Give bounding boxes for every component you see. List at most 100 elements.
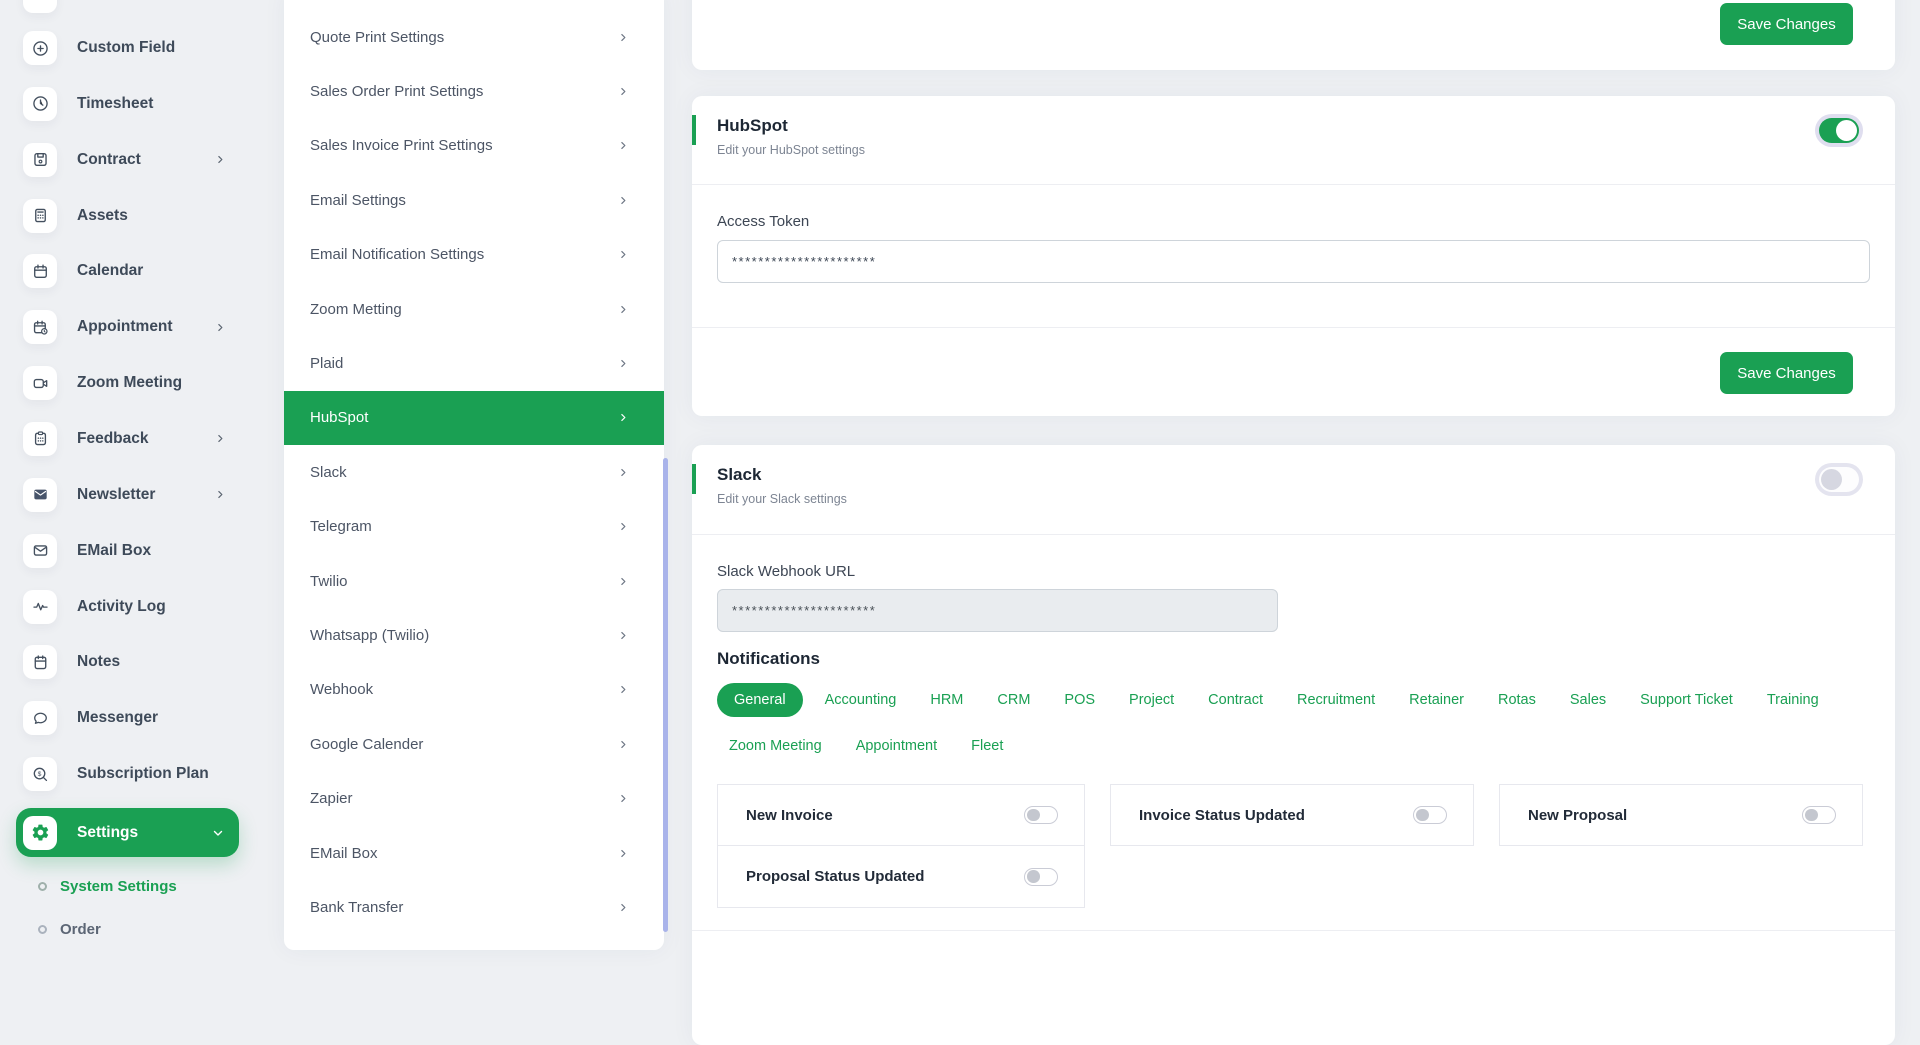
chevron-right-icon xyxy=(617,357,630,370)
tab-support-ticket[interactable]: Support Ticket xyxy=(1628,683,1745,717)
sidebar-item-label: Appointment xyxy=(77,318,173,336)
tab-recruitment[interactable]: Recruitment xyxy=(1285,683,1387,717)
video-camera-icon xyxy=(23,366,57,400)
option-label: New Proposal xyxy=(1528,807,1627,824)
menu-item-label: Sales Order Print Settings xyxy=(310,83,617,100)
card-title: HubSpot xyxy=(717,116,788,136)
tab-rotas[interactable]: Rotas xyxy=(1486,683,1548,717)
tab-pos[interactable]: POS xyxy=(1052,683,1107,717)
sidebar-item-label: Custom Field xyxy=(77,39,175,57)
sidebar-item-feedback[interactable]: Feedback xyxy=(23,422,227,456)
tab-training[interactable]: Training xyxy=(1755,683,1831,717)
sidebar-item-email-box[interactable]: EMail Box xyxy=(23,534,227,568)
sidebar-item-settings[interactable]: Settings xyxy=(16,808,239,857)
menu-item-google-calender[interactable]: Google Calender xyxy=(284,717,664,771)
sidebar-item-subscription-plan[interactable]: $Subscription Plan xyxy=(23,757,227,791)
menu-item-label: Bank Transfer xyxy=(310,899,617,916)
envelope-filled-icon xyxy=(23,478,57,512)
slack-webhook-input[interactable] xyxy=(717,589,1278,632)
chevron-right-icon xyxy=(617,411,630,424)
save-button[interactable]: Save Changes xyxy=(1720,3,1853,45)
divider xyxy=(692,930,1895,931)
tab-zoom-meeting[interactable]: Zoom Meeting xyxy=(717,729,834,763)
sidebar-item-appointment[interactable]: Appointment xyxy=(23,310,227,344)
option-toggle[interactable] xyxy=(1802,806,1836,824)
menu-item-telegram[interactable]: Telegram xyxy=(284,500,664,554)
menu-item-label: HubSpot xyxy=(310,409,617,426)
save-button[interactable]: Save Changes xyxy=(1720,352,1853,394)
option-toggle[interactable] xyxy=(1413,806,1447,824)
tab-hrm[interactable]: HRM xyxy=(918,683,975,717)
menu-item-email-box[interactable]: EMail Box xyxy=(284,826,664,880)
sidebar-item-custom-field[interactable]: Custom Field xyxy=(23,31,227,65)
access-token-input[interactable] xyxy=(717,240,1870,283)
menu-item-hubspot[interactable]: HubSpot xyxy=(284,391,664,445)
sidebar-item-label: EMail Box xyxy=(77,542,151,560)
clipboard-icon xyxy=(23,422,57,456)
menu-item-sales-order-print-settings[interactable]: Sales Order Print Settings xyxy=(284,64,664,118)
option-new-proposal: New Proposal xyxy=(1499,784,1863,846)
tab-sales[interactable]: Sales xyxy=(1558,683,1618,717)
sidebar-item-notes[interactable]: Notes xyxy=(23,645,227,679)
menu-item-whatsapp-twilio-[interactable]: Whatsapp (Twilio) xyxy=(284,608,664,662)
slack-card-header: Slack Edit your Slack settings xyxy=(692,445,1895,533)
menu-item-zapier[interactable]: Zapier xyxy=(284,771,664,825)
option-proposal-status-updated: Proposal Status Updated xyxy=(717,845,1085,908)
menu-item-label: Webhook xyxy=(310,681,617,698)
sidebar-item-assets[interactable]: Assets xyxy=(23,199,227,233)
hubspot-card: HubSpot Edit your HubSpot settings Acces… xyxy=(692,96,1895,416)
menu-item-webhook[interactable]: Webhook xyxy=(284,663,664,717)
menu-item-zoom-metting[interactable]: Zoom Metting xyxy=(284,282,664,336)
option-toggle[interactable] xyxy=(1024,806,1058,824)
settings-label: Settings xyxy=(77,824,211,842)
sidebar-item-zoom-meeting[interactable]: Zoom Meeting xyxy=(23,366,227,400)
sidebar-item-label: Messenger xyxy=(77,709,158,727)
menu-item-email-settings[interactable]: Email Settings xyxy=(284,173,664,227)
menu-item-label: Telegram xyxy=(310,518,617,535)
search-dollar-icon: $ xyxy=(23,757,57,791)
calendar-icon xyxy=(23,254,57,288)
tab-accounting[interactable]: Accounting xyxy=(813,683,909,717)
sidebar: Custom Field Timesheet Contract Assets Calen… xyxy=(0,0,284,932)
sidebar-item-activity-log[interactable]: Activity Log xyxy=(23,590,227,624)
slack-toggle[interactable] xyxy=(1819,467,1859,492)
menu-item-bank-transfer[interactable]: Bank Transfer xyxy=(284,880,664,934)
menu-item-label: Twilio xyxy=(310,573,617,590)
chevron-right-icon xyxy=(617,575,630,588)
menu-item-label: Whatsapp (Twilio) xyxy=(310,627,617,644)
scrollbar-thumb[interactable] xyxy=(663,458,668,932)
sidebar-item-label: Feedback xyxy=(77,430,149,448)
sidebar-item-calendar[interactable]: Calendar xyxy=(23,254,227,288)
tab-crm[interactable]: CRM xyxy=(985,683,1042,717)
chevron-down-icon xyxy=(211,826,225,840)
tab-contract[interactable]: Contract xyxy=(1196,683,1275,717)
tab-general[interactable]: General xyxy=(717,683,803,717)
sidebar-item-newsletter[interactable]: Newsletter xyxy=(23,478,227,512)
sidebar-item-contract[interactable]: Contract xyxy=(23,143,227,177)
menu-item-twilio[interactable]: Twilio xyxy=(284,554,664,608)
menu-item-sales-invoice-print-settings[interactable]: Sales Invoice Print Settings xyxy=(284,119,664,173)
tab-project[interactable]: Project xyxy=(1117,683,1186,717)
tab-fleet[interactable]: Fleet xyxy=(959,729,1015,763)
sidebar-item-messenger[interactable]: Messenger xyxy=(23,701,227,735)
contract-icon xyxy=(23,143,57,177)
option-toggle[interactable] xyxy=(1024,868,1058,886)
tab-appointment[interactable]: Appointment xyxy=(844,729,949,763)
option-label: New Invoice xyxy=(746,807,833,824)
menu-item-quote-print-settings[interactable]: Quote Print Settings xyxy=(284,10,664,64)
sidebar-item-label: Activity Log xyxy=(77,598,166,616)
hubspot-toggle[interactable] xyxy=(1819,118,1859,143)
menu-item-label: Slack xyxy=(310,464,617,481)
menu-item-label: Email Settings xyxy=(310,192,617,209)
menu-item-email-notification-settings[interactable]: Email Notification Settings xyxy=(284,228,664,282)
chevron-right-icon xyxy=(617,303,630,316)
tab-retainer[interactable]: Retainer xyxy=(1397,683,1476,717)
submenu-item-system-settings[interactable]: System Settings xyxy=(38,876,177,896)
menu-item-plaid[interactable]: Plaid xyxy=(284,336,664,390)
gear-icon xyxy=(23,816,57,850)
notes-icon xyxy=(23,645,57,679)
chevron-right-icon xyxy=(214,432,227,445)
menu-item-slack[interactable]: Slack xyxy=(284,445,664,499)
submenu-item-order[interactable]: Order xyxy=(38,919,101,939)
sidebar-item-timesheet[interactable]: Timesheet xyxy=(23,87,227,121)
